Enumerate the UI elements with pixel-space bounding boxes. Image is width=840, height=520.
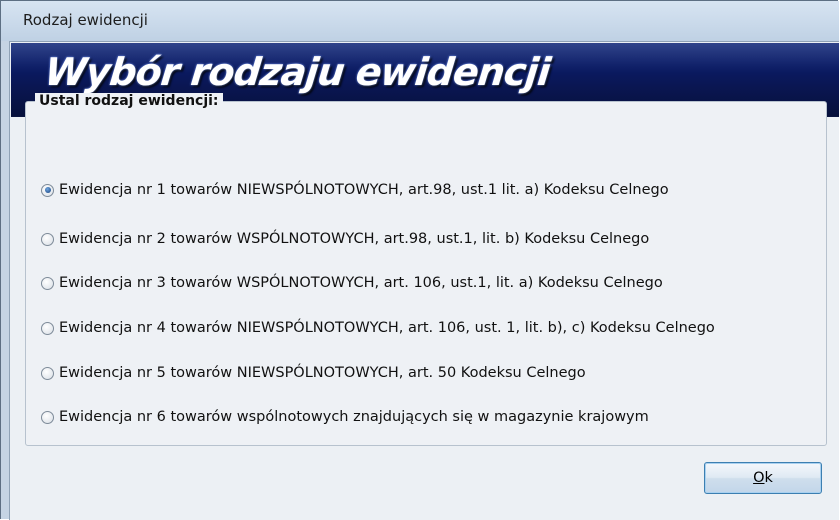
dialog-window: Rodzaj ewidencji Wybór rodzaju ewidencji… [0, 0, 839, 520]
radio-button-1[interactable] [41, 183, 54, 197]
window-title: Rodzaj ewidencji [23, 11, 148, 29]
radio-button-6[interactable] [41, 410, 54, 424]
ok-button-label-rest: k [764, 470, 773, 486]
radio-label-5[interactable]: Ewidencja nr 5 towarów NIEWSPÓLNOTOWYCH,… [59, 365, 586, 381]
radio-label-4[interactable]: Ewidencja nr 4 towarów NIEWSPÓLNOTOWYCH,… [59, 320, 715, 336]
radio-option-2[interactable]: Ewidencja nr 2 towarów WSPÓLNOTOWYCH, ar… [41, 228, 649, 250]
radio-option-6[interactable]: Ewidencja nr 6 towarów wspólnotowych zna… [41, 406, 649, 428]
radio-button-3[interactable] [41, 276, 54, 290]
radio-option-3[interactable]: Ewidencja nr 3 towarów WSPÓLNOTOWYCH, ar… [41, 272, 663, 294]
radio-button-2[interactable] [41, 232, 54, 246]
radio-label-1[interactable]: Ewidencja nr 1 towarów NIEWSPÓLNOTOWYCH,… [59, 182, 669, 198]
radio-option-1[interactable]: Ewidencja nr 1 towarów NIEWSPÓLNOTOWYCH,… [41, 179, 669, 201]
radio-button-4[interactable] [41, 321, 54, 335]
ok-button-mnemonic: O [753, 470, 765, 486]
radio-label-3[interactable]: Ewidencja nr 3 towarów WSPÓLNOTOWYCH, ar… [59, 275, 663, 291]
radio-option-4[interactable]: Ewidencja nr 4 towarów NIEWSPÓLNOTOWYCH,… [41, 317, 715, 339]
groupbox-legend: Ustal rodzaj ewidencji: [35, 93, 223, 109]
banner-heading: Wybór rodzaju ewidencji [42, 50, 552, 94]
title-bar[interactable]: Rodzaj ewidencji [1, 1, 839, 41]
radio-label-2[interactable]: Ewidencja nr 2 towarów WSPÓLNOTOWYCH, ar… [59, 231, 649, 247]
ok-button[interactable]: Ok [704, 462, 822, 494]
radio-option-5[interactable]: Ewidencja nr 5 towarów NIEWSPÓLNOTOWYCH,… [41, 362, 586, 384]
radio-label-6[interactable]: Ewidencja nr 6 towarów wspólnotowych zna… [59, 409, 649, 425]
radio-button-5[interactable] [41, 366, 54, 380]
